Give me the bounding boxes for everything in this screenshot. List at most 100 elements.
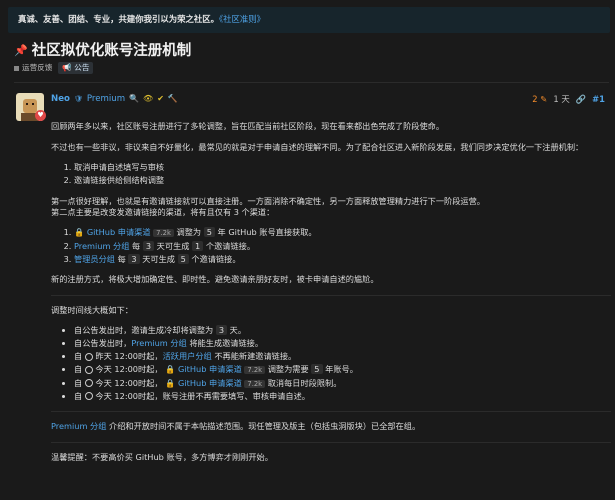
shield-icon: 🛡	[73, 95, 83, 104]
list-item: 邀请链接供给侧结构调整	[74, 175, 607, 186]
inline-text: 时起，账号注册不再需要填写、审核申请自述。	[138, 390, 310, 401]
lock-icon: 🔒	[74, 227, 85, 238]
click-count-badge: 7.2k	[244, 366, 266, 375]
local-date[interactable]: 12:00	[114, 364, 138, 374]
heart-badge-icon: ♥	[35, 110, 46, 121]
content-divider	[51, 411, 611, 413]
topic-title-row: 📌 社区拟优化账号注册机制	[14, 42, 191, 62]
inline-text: 天可生成	[156, 240, 190, 251]
inline-text: 自	[74, 364, 83, 375]
pencil-icon: ✎	[540, 94, 548, 104]
click-count-badge: 7.2k	[244, 379, 266, 388]
inline-text: 将能生成邀请链接。	[189, 338, 264, 349]
inline-text: 自	[74, 351, 83, 362]
banner-text: 真诚、友善、团结、专业，共建你我引以为荣之社区。	[18, 14, 219, 24]
post-paragraph: 第一点很好理解，也就是有邀请链接就可以直接注册。一方面消除不确定性，另一方面释放…	[51, 196, 607, 218]
github-channel-link[interactable]: GitHub 申请渠道	[178, 378, 242, 388]
inline-code: 3	[128, 253, 140, 264]
inline-text: 昨天	[95, 351, 112, 362]
community-guidelines-link[interactable]: 《社区准则》	[219, 14, 265, 24]
topic-breadcrumb: 运营反馈 📢 公告	[14, 62, 94, 75]
list-item: 取消申请自述填写与审核	[74, 162, 607, 173]
inline-text: 天。	[229, 325, 247, 336]
inline-text: 个邀请链接。	[191, 253, 241, 264]
check-flair-icon: ✔	[157, 94, 164, 104]
channel-list: 🔒 GitHub 申请渠道 7.2k 调整为 5 年 GitHub 账号直接获取…	[74, 227, 607, 264]
post-age[interactable]: 1 天	[553, 94, 569, 105]
inline-text: 每	[132, 240, 141, 251]
inline-code: 3	[142, 240, 155, 251]
post-paragraph: 不过也有一些非议，非议来自不好量化，最常见的就是对于申请自述的理解不同。为了配合…	[51, 141, 584, 152]
avatar-face	[23, 99, 37, 113]
hammer-flair-icon: 🔨	[167, 94, 178, 104]
inline-text: 自公告发出时，邀请生成冷却将调整为	[74, 325, 214, 336]
category-label: 运营反馈	[22, 63, 53, 72]
local-date[interactable]: 12:00	[114, 378, 138, 388]
content-divider	[51, 441, 611, 443]
inline-text: 今天	[95, 377, 112, 388]
list-item: Premium 分组 每 3 天可生成 1 个邀请链接。	[74, 240, 607, 252]
link-icon[interactable]: 🔗	[576, 94, 586, 105]
user-group-label[interactable]: Premium	[87, 94, 125, 106]
inline-text: 调整为	[176, 227, 202, 238]
inline-text: 时起，	[138, 364, 163, 375]
paragraph-line: 第二点主要是改变发邀请链接的渠道，将有且仅有 3 个渠道：	[51, 206, 275, 217]
list-item: 自 今天 12:00时起， 🔒 GitHub 申请渠道 7.2k 取消每日时段限…	[74, 378, 607, 389]
list-item: 自 昨天 12:00时起，活跃用户分组 不再能新建邀请链接。	[74, 351, 607, 362]
inline-text: 不再能新建邀请链接。	[214, 351, 297, 362]
post-number[interactable]: #1	[592, 94, 605, 105]
edit-count: 2	[532, 94, 538, 104]
announcement-banner: 真诚、友善、团结、专业，共建你我引以为荣之社区。《社区准则》	[8, 7, 610, 33]
click-count-badge: 7.2k	[153, 229, 174, 238]
premium-group-link[interactable]: Premium 分组	[131, 338, 186, 348]
github-channel-link[interactable]: GitHub 申请渠道	[87, 227, 151, 237]
post-paragraph: 新的注册方式，将极大增加确定性、即时性。避免邀请亲朋好友时，被卡申请自述的尴尬。	[51, 274, 379, 285]
inline-text: 年 GitHub 账号直接获取。	[217, 227, 317, 238]
category-link[interactable]: 运营反馈	[14, 63, 52, 73]
pin-icon: 📌	[14, 44, 28, 58]
admin-group-link[interactable]: 管理员分组	[74, 254, 115, 264]
paragraph-line: 第一点很好理解，也就是有邀请链接就可以直接注册。一方面消除不确定性，另一方面释放…	[51, 195, 485, 206]
megaphone-icon: 📢	[62, 63, 72, 72]
change-list: 取消申请自述填写与审核 邀请链接供给侧结构调整	[74, 162, 607, 186]
globe-icon	[84, 392, 93, 401]
timeline-heading: 调整时间线大概如下：	[51, 304, 133, 315]
post-meta: 2 ✎ 1 天 🔗 #1	[532, 94, 605, 105]
tag-label: 公告	[74, 63, 90, 72]
lock-icon: 🔒	[165, 377, 176, 388]
inline-text: 调整为需要	[267, 364, 309, 375]
category-color-icon	[14, 65, 19, 71]
premium-group-link[interactable]: Premium 分组	[51, 421, 106, 431]
inline-code: 5	[311, 364, 323, 375]
list-item: 管理员分组 每 3 天可生成 5 个邀请链接。	[74, 253, 607, 265]
inline-text: 时起，	[138, 351, 163, 362]
topic-title[interactable]: 社区拟优化账号注册机制	[32, 42, 192, 62]
inline-code: 5	[177, 253, 189, 264]
inline-code: 3	[215, 325, 228, 336]
post-paragraph: 温馨提醒：不要高价买 GitHub 账号，多方博弈才刚刚开始。	[51, 451, 273, 462]
post-content: 回顾两年多以来，社区账号注册进行了多轮调整，旨在匹配当前社区阶段，现在看来都出色…	[51, 121, 611, 473]
inline-text: 今天	[95, 364, 112, 375]
inline-code: 5	[203, 227, 215, 238]
inline-text: 个邀请链接。	[205, 240, 256, 251]
timeline-list: 自公告发出时，邀请生成冷却将调整为 3 天。 自公告发出时，Premium 分组…	[74, 325, 607, 402]
local-date[interactable]: 12:00	[114, 351, 138, 361]
active-user-group-link[interactable]: 活跃用户分组	[163, 351, 212, 361]
edit-history-button[interactable]: 2 ✎	[532, 94, 547, 105]
inline-text: 自	[74, 377, 83, 388]
tag-announcement[interactable]: 📢 公告	[58, 62, 94, 75]
inline-text: 介绍和开放时间不属于本帖描述范围。现任管理及版主（包括虫洞版块）已全部在组。	[109, 421, 421, 432]
inline-text: 天可生成	[142, 253, 175, 264]
search-flair-icon: 🔍	[129, 94, 140, 104]
list-item: 自公告发出时，邀请生成冷却将调整为 3 天。	[74, 325, 607, 336]
header-divider	[14, 82, 609, 83]
github-channel-link[interactable]: GitHub 申请渠道	[178, 364, 242, 374]
post-header: Neo 🛡 Premium 🔍 👁 ✔ 🔨	[51, 94, 178, 106]
globe-icon	[84, 379, 93, 388]
list-item: 自 今天 12:00时起，账号注册不再需要填写、审核申请自述。	[74, 391, 607, 402]
local-date[interactable]: 12:00	[114, 391, 138, 401]
list-item: 🔒 GitHub 申请渠道 7.2k 调整为 5 年 GitHub 账号直接获取…	[74, 227, 607, 238]
premium-group-link[interactable]: Premium 分组	[74, 241, 129, 251]
username[interactable]: Neo	[51, 94, 70, 106]
content-divider	[51, 294, 611, 296]
